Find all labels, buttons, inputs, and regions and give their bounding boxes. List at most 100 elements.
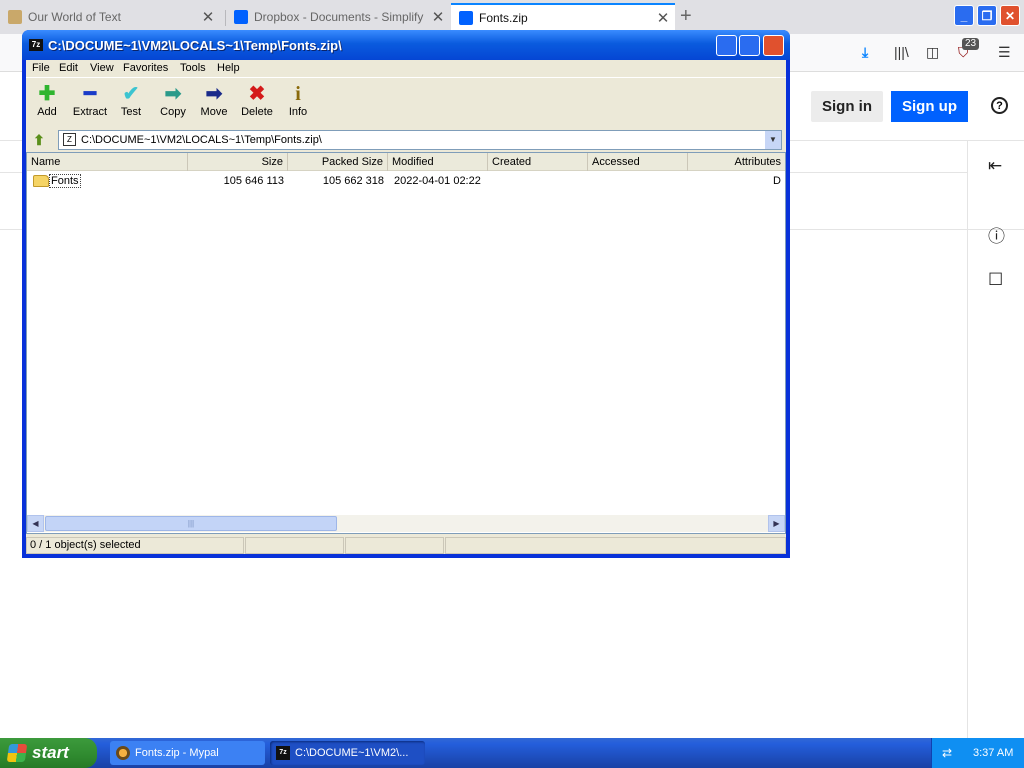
start-button[interactable]: start [0, 738, 97, 768]
menu-favorites[interactable]: Favorites [123, 62, 168, 74]
status-pane [245, 537, 344, 554]
menu-tools[interactable]: Tools [180, 62, 206, 74]
clock: 3:37 AM [973, 747, 1014, 759]
column-header-accessed[interactable]: Accessed [588, 153, 688, 171]
tab-title: Dropbox - Documents - Simplify y [254, 10, 426, 24]
taskbar-item-label: C:\DOCUME~1\VM2\... [295, 747, 409, 759]
tab-fonts-zip[interactable]: Fonts.zip ✕ [451, 3, 675, 31]
delete-button[interactable]: ✖ Delete [235, 82, 279, 126]
window-title-bar[interactable]: 7z C:\DOCUME~1\VM2\LOCALS~1\Temp\Fonts.z… [22, 30, 790, 60]
menu-edit[interactable]: Edit [59, 62, 78, 74]
column-header-created[interactable]: Created [488, 153, 588, 171]
test-label: Test [120, 106, 142, 118]
row-modified: 2022-04-01 02:22 [394, 175, 481, 187]
scroll-right-icon[interactable]: ▶ [768, 515, 785, 532]
horizontal-scrollbar[interactable]: ◀ ||| ▶ [27, 515, 785, 532]
system-tray: ⇄ 3:37 AM [931, 738, 1024, 768]
info-icon[interactable]: ⓘ [988, 222, 1005, 247]
add-label: Add [37, 106, 57, 118]
hamburger-menu-icon[interactable]: ☰ [998, 44, 1011, 60]
scroll-left-icon[interactable]: ◀ [27, 515, 44, 532]
tab-title: Our World of Text [28, 10, 121, 24]
row-name: Fonts [49, 174, 81, 188]
add-icon: ✚ [38, 83, 56, 105]
7zip-app-icon: 7z [29, 39, 43, 51]
library-icon[interactable]: |||\ [894, 44, 909, 60]
maximize-button[interactable] [739, 35, 760, 56]
browser-restore-button[interactable]: ❐ [977, 5, 997, 26]
close-tab-icon[interactable]: ✕ [651, 9, 675, 27]
address-field[interactable]: Z C:\DOCUME~1\VM2\LOCALS~1\Temp\Fonts.zi… [58, 130, 782, 150]
new-tab-button[interactable]: + [680, 6, 692, 26]
row-packed-size: 105 662 318 [322, 175, 384, 187]
taskbar-item-7zip[interactable]: 7z C:\DOCUME~1\VM2\... [270, 741, 425, 765]
archive-icon: Z [63, 133, 76, 146]
help-icon[interactable]: ? [991, 97, 1008, 114]
table-row[interactable]: Fonts 105 646 113 105 662 318 2022-04-01… [27, 173, 785, 189]
tab-dropbox-documents[interactable]: Dropbox - Documents - Simplify y ✕ [226, 3, 450, 31]
test-icon: ✔ [122, 83, 140, 105]
window-client-area: File Edit View Favorites Tools Help ✚ Ad… [26, 60, 786, 554]
column-header-name[interactable]: Name [27, 153, 188, 171]
column-header-size[interactable]: Size [188, 153, 288, 171]
taskbar-item-label: Fonts.zip - Mypal [135, 747, 219, 759]
info-label: Info [288, 106, 308, 118]
taskbar: start Fonts.zip - Mypal 7z C:\DOCUME~1\V… [0, 738, 1024, 768]
browser-close-button[interactable]: ✕ [1000, 5, 1020, 26]
sign-in-button[interactable]: Sign in [811, 91, 883, 122]
dropbox-icon [234, 10, 248, 24]
dropbox-icon [459, 11, 473, 25]
sidebar-icon[interactable]: ◫ [926, 44, 939, 60]
row-accessed [594, 175, 690, 189]
info-icon: i [295, 83, 301, 105]
status-selection: 0 / 1 object(s) selected [26, 537, 244, 554]
close-tab-icon[interactable]: ✕ [196, 8, 220, 26]
close-tab-icon[interactable]: ✕ [426, 8, 450, 26]
scrollbar-thumb[interactable]: ||| [45, 516, 337, 531]
row-created [494, 175, 590, 189]
menu-view[interactable]: View [90, 62, 114, 74]
delete-icon: ✖ [248, 83, 266, 105]
move-button[interactable]: ➡ Move [193, 82, 235, 126]
delete-label: Delete [241, 106, 273, 118]
sign-up-button[interactable]: Sign up [891, 91, 968, 122]
tab-our-world-of-text[interactable]: Our World of Text ✕ [0, 3, 220, 31]
network-icon[interactable]: ⇄ [942, 746, 957, 761]
browser-minimize-button[interactable]: _ [954, 5, 974, 26]
extract-button[interactable]: ━ Extract [67, 82, 113, 126]
extract-icon: ━ [83, 83, 97, 105]
menu-file[interactable]: File [32, 62, 50, 74]
move-icon: ➡ [205, 83, 223, 105]
menu-help[interactable]: Help [217, 62, 240, 74]
start-label: start [32, 743, 69, 762]
window-title: C:\DOCUME~1\VM2\LOCALS~1\Temp\Fonts.zip\ [48, 38, 342, 53]
copy-button[interactable]: ➡ Copy [152, 82, 194, 126]
list-header: Name Size Packed Size Modified Created A… [27, 153, 785, 171]
mypal-icon [116, 746, 130, 760]
minimize-button[interactable] [716, 35, 737, 56]
info-button[interactable]: i Info [277, 82, 319, 126]
page-icon [8, 10, 22, 24]
close-button[interactable] [763, 35, 784, 56]
chevron-down-icon[interactable]: ▼ [765, 131, 781, 149]
toolbar: ✚ Add ━ Extract ✔ Test ➡ Copy ➡ Move ✖ D… [26, 80, 786, 126]
7zip-window: 7z C:\DOCUME~1\VM2\LOCALS~1\Temp\Fonts.z… [22, 30, 790, 558]
collapse-panel-icon[interactable]: ⇤ [988, 156, 1002, 176]
column-header-modified[interactable]: Modified [388, 153, 488, 171]
row-size: 105 646 113 [223, 175, 284, 187]
folder-icon [33, 175, 49, 187]
file-list: Name Size Packed Size Modified Created A… [26, 152, 786, 534]
add-button[interactable]: ✚ Add [26, 82, 68, 126]
tab-title: Fonts.zip [479, 11, 528, 25]
column-header-packed-size[interactable]: Packed Size [288, 153, 388, 171]
row-attributes: D [773, 175, 781, 187]
test-button[interactable]: ✔ Test [110, 82, 152, 126]
address-bar: ⬆ Z C:\DOCUME~1\VM2\LOCALS~1\Temp\Fonts.… [26, 128, 786, 152]
column-header-attributes[interactable]: Attributes [688, 153, 785, 171]
browser-tab-strip: Our World of Text ✕ Dropbox - Documents … [0, 0, 1024, 34]
download-icon[interactable]: ⤓ [862, 44, 868, 60]
status-pane [445, 537, 786, 554]
taskbar-item-mypal[interactable]: Fonts.zip - Mypal [110, 741, 265, 765]
comment-icon[interactable]: ☐ [988, 270, 1003, 290]
up-folder-icon[interactable]: ⬆ [29, 130, 49, 150]
